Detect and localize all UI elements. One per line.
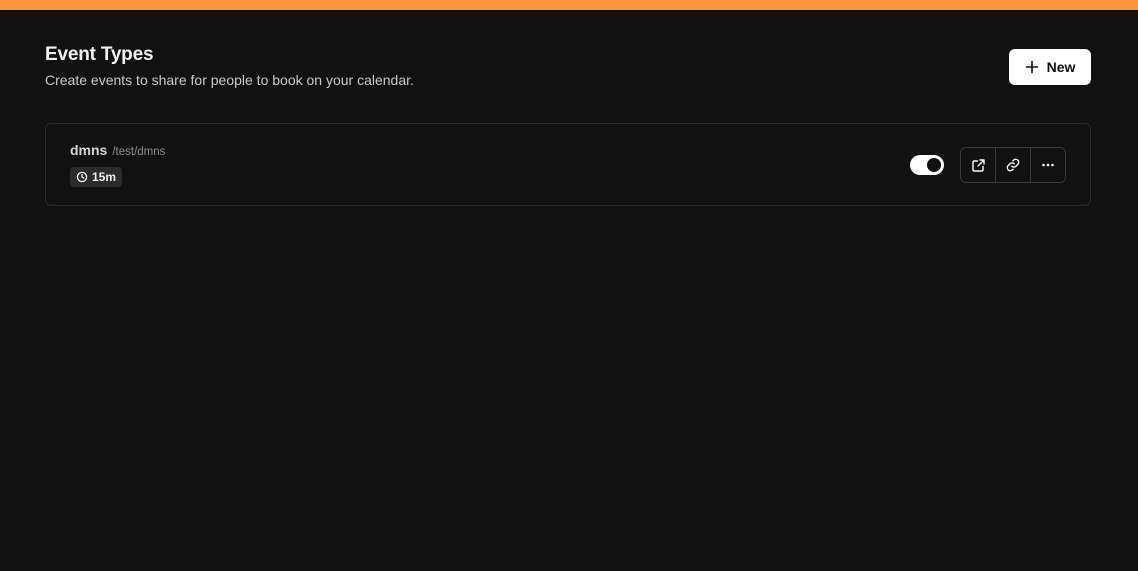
event-type-card[interactable]: dmns /test/dmns 15m <box>45 123 1091 206</box>
duration-badge: 15m <box>70 167 123 187</box>
event-enabled-toggle[interactable] <box>910 155 944 175</box>
plus-icon <box>1025 60 1039 74</box>
event-info: dmns /test/dmns 15m <box>70 142 165 188</box>
link-icon <box>1005 157 1021 173</box>
external-link-icon <box>971 158 986 173</box>
new-event-type-button[interactable]: New <box>1009 49 1091 85</box>
page-header: Event Types Create events to share for p… <box>45 44 1091 88</box>
clock-icon <box>76 171 88 183</box>
toggle-knob <box>927 158 941 172</box>
copy-link-button[interactable] <box>995 148 1030 182</box>
page-title: Event Types <box>45 44 154 65</box>
event-title: dmns <box>70 142 108 158</box>
event-actions <box>960 147 1066 183</box>
new-button-label: New <box>1046 59 1076 75</box>
duration-label: 15m <box>92 170 117 184</box>
event-slug: /test/dmns <box>112 146 166 158</box>
more-horizontal-icon <box>1041 158 1055 172</box>
brand-accent-bar <box>0 0 1138 10</box>
page-subtitle: Create events to share for people to boo… <box>45 72 414 88</box>
preview-button[interactable] <box>961 148 995 182</box>
more-options-button[interactable] <box>1030 148 1065 182</box>
